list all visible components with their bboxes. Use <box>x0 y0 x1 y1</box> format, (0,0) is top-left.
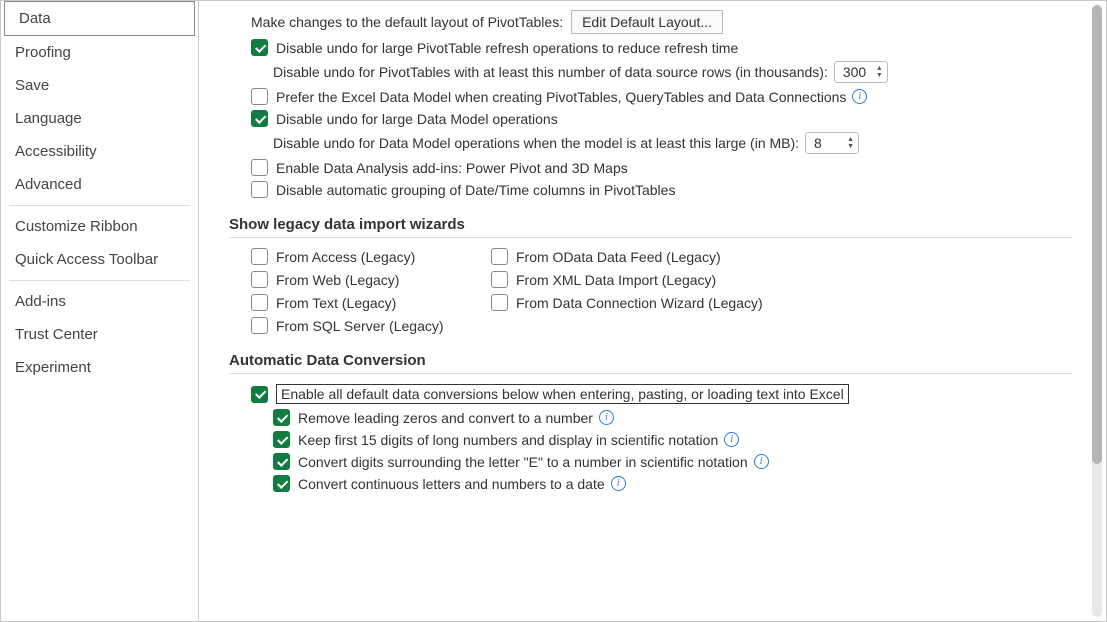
checkbox-disable-grouping[interactable] <box>251 181 268 198</box>
checkbox-from-web[interactable] <box>251 271 268 288</box>
edit-default-layout-button[interactable]: Edit Default Layout... <box>571 10 723 34</box>
sidebar-item-quick-access[interactable]: Quick Access Toolbar <box>1 243 198 276</box>
section-divider <box>229 373 1072 374</box>
checkbox-from-sql[interactable] <box>251 317 268 334</box>
label-enable-all-conversions: Enable all default data conversions belo… <box>276 384 849 404</box>
section-title-legacy: Show legacy data import wizards <box>229 216 1072 233</box>
sidebar-item-addins[interactable]: Add-ins <box>1 285 198 318</box>
label-disable-grouping: Disable automatic grouping of Date/Time … <box>276 182 675 198</box>
scrollbar-thumb[interactable] <box>1092 5 1102 464</box>
checkbox-from-access[interactable] <box>251 248 268 265</box>
label-from-access: From Access (Legacy) <box>276 249 415 265</box>
label-from-dcw: From Data Connection Wizard (Legacy) <box>516 295 763 311</box>
checkbox-keep-15-digits[interactable] <box>273 431 290 448</box>
label-disable-undo-model-mb: Disable undo for Data Model operations w… <box>273 135 799 151</box>
label-from-sql: From SQL Server (Legacy) <box>276 318 444 334</box>
info-icon[interactable]: i <box>852 89 867 104</box>
info-icon[interactable]: i <box>724 432 739 447</box>
sidebar-item-advanced[interactable]: Advanced <box>1 168 198 201</box>
label-disable-undo-refresh: Disable undo for large PivotTable refres… <box>276 40 738 56</box>
sidebar-item-accessibility[interactable]: Accessibility <box>1 135 198 168</box>
spinner-arrows-icon[interactable]: ▲▼ <box>876 65 883 79</box>
label-from-text: From Text (Legacy) <box>276 295 396 311</box>
spinner-value: 300 <box>843 64 866 80</box>
spinner-rows-thousands[interactable]: 300 ▲▼ <box>834 61 888 83</box>
pivot-layout-label: Make changes to the default layout of Pi… <box>251 14 563 30</box>
section-divider <box>229 237 1072 238</box>
sidebar-item-save[interactable]: Save <box>1 69 198 102</box>
label-from-web: From Web (Legacy) <box>276 272 399 288</box>
sidebar-divider <box>9 205 190 206</box>
section-title-adc: Automatic Data Conversion <box>229 352 1072 369</box>
sidebar-item-experiment[interactable]: Experiment <box>1 351 198 384</box>
checkbox-disable-undo-refresh[interactable] <box>251 39 268 56</box>
sidebar-divider <box>9 280 190 281</box>
checkbox-from-odata[interactable] <box>491 248 508 265</box>
info-icon[interactable]: i <box>611 476 626 491</box>
checkbox-enable-all-conversions[interactable] <box>251 386 268 403</box>
spinner-model-mb[interactable]: 8 ▲▼ <box>805 132 859 154</box>
label-remove-leading-zeros: Remove leading zeros and convert to a nu… <box>298 410 593 426</box>
checkbox-convert-e[interactable] <box>273 453 290 470</box>
sidebar-item-data[interactable]: Data <box>4 1 195 36</box>
spinner-value: 8 <box>814 135 822 151</box>
label-keep-15-digits: Keep first 15 digits of long numbers and… <box>298 432 718 448</box>
options-content: Make changes to the default layout of Pi… <box>199 1 1106 621</box>
checkbox-prefer-data-model[interactable] <box>251 88 268 105</box>
label-prefer-data-model: Prefer the Excel Data Model when creatin… <box>276 89 846 105</box>
vertical-scrollbar[interactable] <box>1092 5 1102 617</box>
label-convert-date: Convert continuous letters and numbers t… <box>298 476 605 492</box>
label-from-odata: From OData Data Feed (Legacy) <box>516 249 721 265</box>
checkbox-convert-date[interactable] <box>273 475 290 492</box>
checkbox-from-xml[interactable] <box>491 271 508 288</box>
checkbox-enable-addins[interactable] <box>251 159 268 176</box>
options-sidebar: Data Proofing Save Language Accessibilit… <box>1 1 199 621</box>
info-icon[interactable]: i <box>754 454 769 469</box>
checkbox-remove-leading-zeros[interactable] <box>273 409 290 426</box>
label-enable-addins: Enable Data Analysis add-ins: Power Pivo… <box>276 160 628 176</box>
label-disable-undo-model: Disable undo for large Data Model operat… <box>276 111 558 127</box>
sidebar-item-customize-ribbon[interactable]: Customize Ribbon <box>1 210 198 243</box>
label-from-xml: From XML Data Import (Legacy) <box>516 272 716 288</box>
checkbox-from-dcw[interactable] <box>491 294 508 311</box>
checkbox-from-text[interactable] <box>251 294 268 311</box>
label-disable-undo-rows: Disable undo for PivotTables with at lea… <box>273 64 828 80</box>
label-convert-e: Convert digits surrounding the letter "E… <box>298 454 748 470</box>
sidebar-item-trust-center[interactable]: Trust Center <box>1 318 198 351</box>
checkbox-disable-undo-model[interactable] <box>251 110 268 127</box>
spinner-arrows-icon[interactable]: ▲▼ <box>847 136 854 150</box>
info-icon[interactable]: i <box>599 410 614 425</box>
sidebar-item-language[interactable]: Language <box>1 102 198 135</box>
sidebar-item-proofing[interactable]: Proofing <box>1 36 198 69</box>
